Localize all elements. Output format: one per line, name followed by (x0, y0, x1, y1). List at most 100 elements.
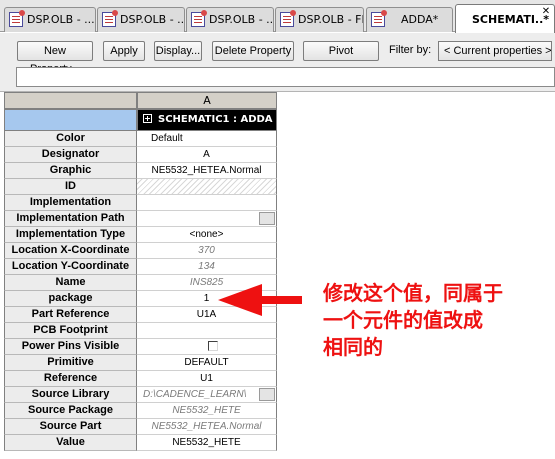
property-name[interactable]: Color (4, 131, 137, 147)
tab-label: DSP.OLB - ... (120, 13, 185, 26)
property-name[interactable]: Implementation Path (4, 211, 137, 227)
new-property-button[interactable]: New Property... (17, 41, 93, 75)
property-value[interactable]: U1 (137, 371, 277, 387)
table-row: Primitive DEFAULT (4, 355, 277, 371)
delete-property-button[interactable]: Delete Property (212, 41, 294, 61)
property-value[interactable]: NE5532_HETE (137, 435, 277, 451)
browse-button[interactable] (259, 388, 275, 401)
tab-dsp-olb-3[interactable]: DSP.OLB - ... (186, 7, 274, 32)
document-tab-strip: DSP.OLB - ... DSP.OLB - ... DSP.OLB - ..… (0, 0, 555, 33)
property-name[interactable]: PCB Footprint (4, 323, 137, 339)
display-button[interactable]: Display... (154, 41, 202, 61)
tab-dsp-olb-2[interactable]: DSP.OLB - ... (97, 7, 185, 32)
property-value[interactable]: A (137, 147, 277, 163)
property-name[interactable]: Implementation Type (4, 227, 137, 243)
property-name[interactable]: Power Pins Visible (4, 339, 137, 355)
property-value-edit-box[interactable] (16, 67, 555, 87)
property-value[interactable]: Default (137, 131, 277, 147)
table-row: Implementation Path (4, 211, 277, 227)
property-value[interactable]: U1A (137, 307, 277, 323)
property-value[interactable]: INS825 (137, 275, 277, 291)
table-row: Value NE5532_HETE (4, 435, 277, 451)
table-row: Location Y-Coordinate 134 (4, 259, 277, 275)
tab-dsp-olb-fb[interactable]: DSP.OLB - FB (275, 7, 364, 32)
table-row: PCB Footprint (4, 323, 277, 339)
annotation-text: 修改这个值，同属于 一个元件的值改成 相同的 (323, 280, 553, 361)
property-value[interactable]: 134 (137, 259, 277, 275)
property-value[interactable]: <none> (137, 227, 277, 243)
table-row: Source Part NE5532_HETEA.Normal (4, 419, 277, 435)
browse-button[interactable] (259, 212, 275, 225)
tab-schematic-active[interactable]: SCHEMATI..* ✕ (455, 4, 555, 33)
property-name[interactable]: Designator (4, 147, 137, 163)
property-value-text: D:\CADENCE_LEARN\ (143, 389, 247, 400)
property-value[interactable]: DEFAULT (137, 355, 277, 371)
property-name[interactable]: Location Y-Coordinate (4, 259, 137, 275)
property-name[interactable]: Source Library (4, 387, 137, 403)
property-value[interactable] (137, 339, 277, 355)
tab-dsp-olb-1[interactable]: DSP.OLB - ... (4, 7, 96, 32)
table-row: package 1 (4, 291, 277, 307)
expand-icon[interactable] (143, 114, 152, 123)
tab-adda[interactable]: ADDA* (366, 7, 453, 32)
table-row: Implementation Type <none> (4, 227, 277, 243)
property-name[interactable]: Source Part (4, 419, 137, 435)
property-value[interactable]: 370 (137, 243, 277, 259)
table-row: Source Package NE5532_HETE (4, 403, 277, 419)
property-name[interactable]: package (4, 291, 137, 307)
property-value[interactable]: D:\CADENCE_LEARN\ (137, 387, 277, 403)
table-row: Power Pins Visible (4, 339, 277, 355)
table-row: Name INS825 (4, 275, 277, 291)
table-row: Color Default (4, 131, 277, 147)
property-value[interactable]: NE5532_HETEA.Normal (137, 419, 277, 435)
filter-by-label: Filter by: (389, 44, 432, 56)
part-column-header[interactable]: SCHEMATIC1 : ADDA : (137, 109, 277, 131)
power-pins-visible-checkbox[interactable] (207, 341, 218, 351)
property-name[interactable]: Reference (4, 371, 137, 387)
property-name[interactable]: Part Reference (4, 307, 137, 323)
table-row: Implementation (4, 195, 277, 211)
property-name[interactable]: ID (4, 179, 137, 195)
part-header-label: SCHEMATIC1 : ADDA : (158, 114, 277, 125)
property-value[interactable] (137, 195, 277, 211)
schematic-page-icon (280, 10, 296, 27)
annotation-line-3: 相同的 (323, 335, 383, 359)
pivot-button[interactable]: Pivot (303, 41, 379, 61)
package-value-cell[interactable]: 1 (137, 291, 277, 307)
property-name[interactable]: Name (4, 275, 137, 291)
property-value-readonly (137, 179, 277, 195)
apply-button[interactable]: Apply (103, 41, 145, 61)
property-editor-toolbar: New Property... Apply Display... Delete … (0, 33, 555, 92)
close-tab-icon[interactable]: ✕ (541, 7, 551, 17)
tab-label: DSP.OLB - FB (298, 13, 364, 26)
tab-label: DSP.OLB - ... (27, 13, 95, 26)
table-row: Location X-Coordinate 370 (4, 243, 277, 259)
annotation-line-2: 一个元件的值改成 (323, 308, 483, 332)
tab-label: ADDA* (401, 13, 439, 26)
table-row: Reference U1 (4, 371, 277, 387)
grid-corner-cell[interactable] (4, 92, 137, 109)
property-name[interactable]: Primitive (4, 355, 137, 371)
schematic-page-icon (371, 10, 387, 27)
tab-label: SCHEMATI..* (472, 13, 550, 26)
table-row: Designator A (4, 147, 277, 163)
property-name[interactable]: Value (4, 435, 137, 451)
table-row: ID (4, 179, 277, 195)
property-name[interactable]: Source Package (4, 403, 137, 419)
property-value[interactable] (137, 211, 277, 227)
table-row: Graphic NE5532_HETEA.Normal (4, 163, 277, 179)
schematic-page-icon (9, 10, 25, 27)
property-name[interactable]: Graphic (4, 163, 137, 179)
filter-by-dropdown[interactable]: < Current properties > (438, 41, 552, 61)
property-name[interactable]: Location X-Coordinate (4, 243, 137, 259)
property-name[interactable]: Implementation (4, 195, 137, 211)
schematic-page-icon (102, 10, 118, 27)
property-value[interactable]: NE5532_HETEA.Normal (137, 163, 277, 179)
schematic-page-icon (191, 10, 207, 27)
property-value[interactable]: NE5532_HETE (137, 403, 277, 419)
column-header-a[interactable]: A (137, 92, 277, 109)
property-value[interactable] (137, 323, 277, 339)
annotation-line-1: 修改这个值，同属于 (323, 281, 503, 305)
part-row-header[interactable] (4, 109, 137, 131)
tab-label: DSP.OLB - ... (209, 13, 274, 26)
